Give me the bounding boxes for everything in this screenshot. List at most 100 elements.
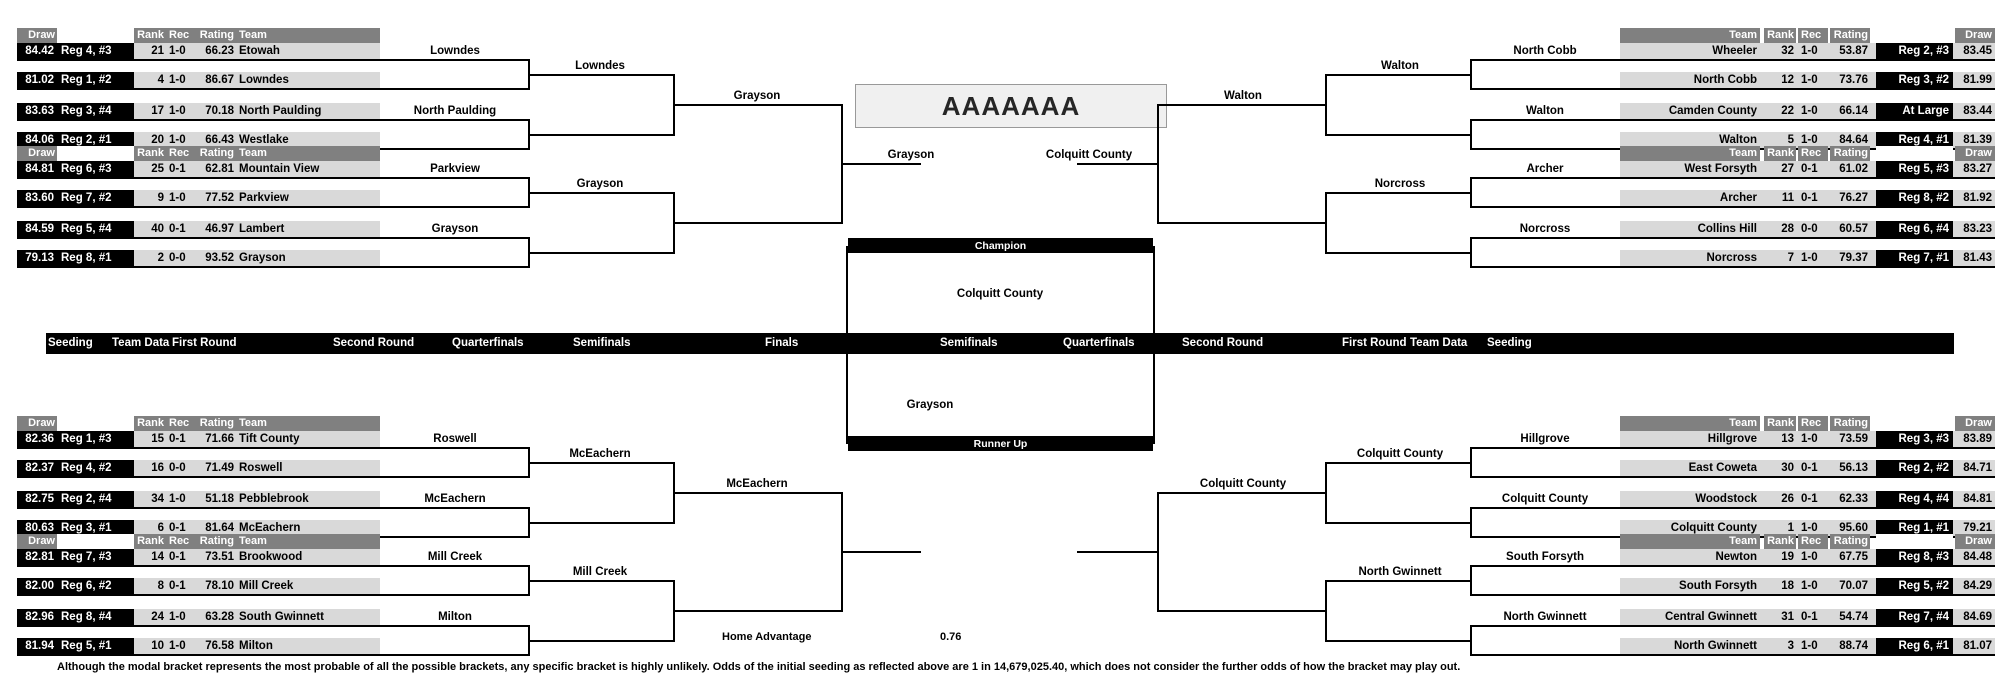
- sf-bottom-line: [1077, 550, 1157, 553]
- r2-top-line: [528, 73, 675, 76]
- round-label-left-5: Semifinals: [573, 337, 631, 349]
- column-header-rec: Rec: [166, 416, 196, 431]
- team-cell: Brookwood: [239, 551, 303, 563]
- champion-bar: Champion: [848, 238, 1153, 253]
- r1-winner-label: Colquitt County: [1501, 493, 1589, 505]
- rank-cell: 16: [151, 462, 164, 474]
- column-header-seed-spacer: [57, 416, 137, 431]
- r1-top-line: [1470, 507, 1620, 509]
- rating-cell: 76.58: [205, 640, 234, 652]
- rec-cell: 1-0: [169, 493, 186, 505]
- draw-cell: 82.81: [17, 549, 57, 565]
- row-underline: [1620, 654, 1995, 656]
- column-header-rec: Rec: [1798, 146, 1828, 161]
- qf-top-line: [1157, 491, 1327, 494]
- team-cell: Mill Creek: [239, 580, 294, 592]
- row-underline: [17, 447, 380, 449]
- team-cell: North Paulding: [239, 105, 322, 117]
- team-cell: East Coweta: [1688, 462, 1757, 474]
- r2-bottom-line: [528, 251, 675, 254]
- column-header-team: Team: [1620, 534, 1760, 549]
- draw-cell: 81.07: [1955, 638, 1995, 654]
- r2-top-line: [1325, 191, 1472, 194]
- round-label-left-3: Second Round: [333, 337, 415, 349]
- rank-cell: 4: [157, 74, 164, 86]
- team-cell: South Gwinnett: [239, 611, 324, 623]
- qf-bottom-line: [1157, 609, 1327, 612]
- row-underline: [17, 594, 380, 596]
- seed-cell: Reg 1, #2: [57, 72, 134, 88]
- rec-cell: 1-0: [169, 611, 186, 623]
- rank-cell: 11: [1781, 192, 1794, 204]
- team-cell: Central Gwinnett: [1664, 611, 1757, 623]
- seed-cell: Reg 8, #1: [57, 250, 134, 266]
- qf-bottom-line: [1157, 221, 1327, 224]
- rating-cell: 78.10: [205, 580, 234, 592]
- r1-top-line: [1470, 447, 1620, 449]
- team-cell: Woodstock: [1695, 493, 1757, 505]
- r1-bottom-line: [1470, 536, 1620, 538]
- qf-winner-label: McEachern: [726, 477, 788, 490]
- column-header-rank: Rank: [134, 534, 166, 549]
- qf-bracket-vertical: [1157, 103, 1159, 222]
- column-header-rank: Rank: [1764, 534, 1796, 549]
- sf-winner-label: Colquitt County: [1045, 148, 1133, 161]
- draw-cell: 84.81: [1955, 491, 1995, 507]
- rec-cell: 1-0: [1801, 45, 1818, 57]
- seed-cell: Reg 5, #1: [57, 638, 134, 654]
- draw-cell: 83.89: [1955, 431, 1995, 447]
- column-header-rank: Rank: [1764, 416, 1796, 431]
- seed-cell: Reg 5, #3: [1876, 161, 1953, 177]
- rec-cell: 1-0: [1801, 551, 1818, 563]
- r2-bottom-line: [528, 521, 675, 524]
- finalist-bottom-label: Grayson: [906, 399, 954, 411]
- column-header-team: Team: [1620, 416, 1760, 431]
- row-underline: [1620, 237, 1995, 239]
- r1-top-line: [380, 119, 530, 121]
- rank-cell: 25: [151, 163, 164, 175]
- rating-cell: 46.97: [205, 223, 234, 235]
- sf-top-line: [1077, 162, 1157, 165]
- r1-top-line: [380, 237, 530, 239]
- r1-loser-dash: [528, 565, 529, 580]
- team-cell: Lambert: [239, 223, 285, 235]
- rank-cell: 21: [151, 45, 164, 57]
- rating-cell: 70.18: [205, 105, 234, 117]
- seed-cell: Reg 6, #1: [1876, 638, 1953, 654]
- rec-cell: 1-0: [169, 74, 186, 86]
- rec-cell: 0-1: [169, 551, 186, 563]
- round-label-right-2: Second Round: [1182, 337, 1264, 349]
- rank-cell: 19: [1781, 551, 1794, 563]
- seed-cell: Reg 2, #4: [57, 491, 134, 507]
- rec-cell: 0-1: [1801, 493, 1818, 505]
- draw-cell: 81.92: [1955, 190, 1995, 206]
- rank-cell: 31: [1781, 611, 1794, 623]
- rank-cell: 22: [1781, 105, 1794, 117]
- r1-winner-label: Milton: [438, 611, 472, 623]
- rank-cell: 14: [151, 551, 164, 563]
- r1-loser-dash: [1470, 447, 1471, 462]
- rating-cell: 86.67: [205, 74, 234, 86]
- r1-winner-label: Mill Creek: [427, 551, 483, 563]
- r2-top-line: [528, 461, 675, 464]
- draw-cell: 84.69: [1955, 609, 1995, 625]
- r1-top-line: [380, 59, 530, 61]
- round-label-right-3: First Round: [1342, 337, 1407, 349]
- column-header-seed-spacer: [57, 534, 137, 549]
- r2-winner-label: Colquitt County: [1356, 447, 1444, 460]
- team-cell: South Forsyth: [1679, 580, 1757, 592]
- rank-cell: 30: [1781, 462, 1794, 474]
- r2-winner-label: Mill Creek: [572, 565, 628, 578]
- column-header-team: Team: [236, 534, 380, 549]
- qf-winner-label: Colquitt County: [1199, 477, 1287, 490]
- column-header-rec: Rec: [1798, 28, 1828, 43]
- rec-cell: 0-1: [1801, 163, 1818, 175]
- rating-cell: 54.74: [1839, 611, 1868, 623]
- r1-winner-label: Parkview: [430, 163, 480, 175]
- team-cell: Archer: [1719, 192, 1757, 204]
- seed-cell: Reg 3, #3: [1876, 431, 1953, 447]
- rec-cell: 1-0: [1801, 433, 1818, 445]
- column-header-draw: Draw: [1955, 146, 1995, 161]
- rating-cell: 73.51: [205, 551, 234, 563]
- draw-cell: 81.94: [17, 638, 57, 654]
